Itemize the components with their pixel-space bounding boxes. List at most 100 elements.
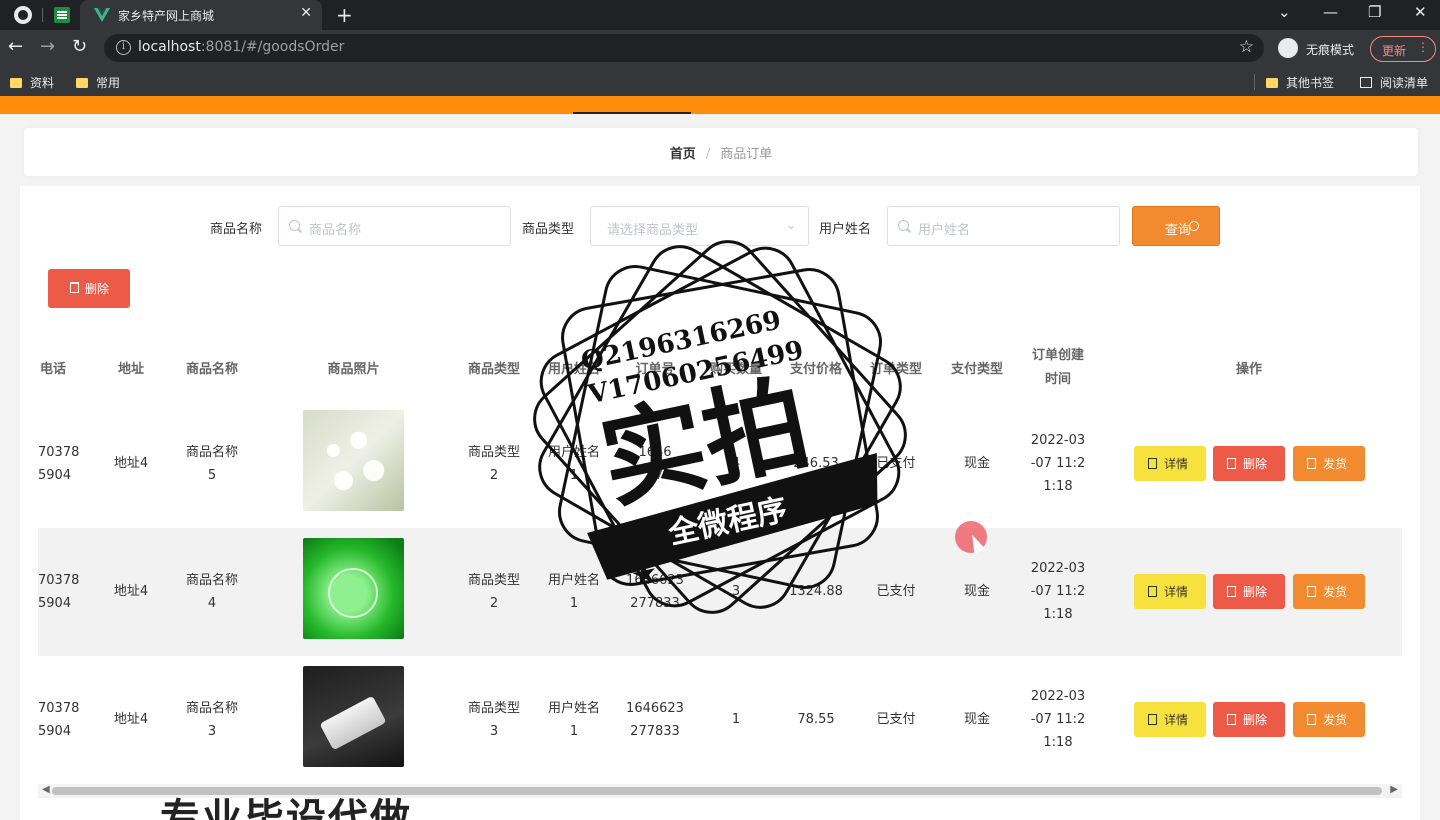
row-delete-button[interactable]: 删除: [1213, 574, 1285, 609]
detail-button[interactable]: 详情: [1134, 446, 1206, 481]
user-name-input[interactable]: 用户姓名: [887, 206, 1120, 246]
minimize-icon[interactable]: —: [1323, 3, 1338, 21]
detail-button-label: 详情: [1164, 457, 1189, 471]
document-icon: [1148, 714, 1157, 725]
site-info-icon[interactable]: i: [116, 40, 131, 55]
th-goods-type: 商品类型: [467, 362, 520, 377]
cell-goods-type-l1: 商品类型: [467, 445, 520, 460]
vue-logo-icon: [94, 8, 110, 22]
tab-divider: [42, 8, 43, 22]
trash-icon: [70, 282, 79, 293]
detail-button[interactable]: 详情: [1134, 574, 1206, 609]
url-path: :8081/#/goodsOrder: [200, 39, 345, 55]
cell-goods-name-l1: 商品名称: [185, 573, 238, 588]
goods-photo[interactable]: [303, 410, 404, 511]
url-input[interactable]: i localhost:8081/#/goodsOrder ☆: [104, 34, 1264, 62]
reload-icon[interactable]: ↻: [72, 36, 87, 57]
cell-goods-name-l2: 3: [207, 724, 217, 739]
forward-icon[interactable]: →: [40, 36, 55, 57]
goods-name-placeholder: 商品名称: [309, 223, 362, 238]
goods-name-input[interactable]: 商品名称: [278, 206, 511, 246]
url-host: localhost: [138, 39, 201, 55]
update-button[interactable]: 更新 ⋮: [1370, 36, 1436, 62]
browser-tab-active[interactable]: 家乡特产网上商城 ✕: [80, 0, 322, 30]
folder-icon: [1266, 78, 1278, 88]
search-icon: [898, 220, 909, 231]
detail-button[interactable]: 详情: [1134, 702, 1206, 737]
bookmark-label: 其他书签: [1286, 76, 1335, 90]
globe-icon[interactable]: [14, 6, 32, 24]
cell-address: 地址4: [113, 456, 149, 471]
th-goods-name: 商品名称: [185, 362, 238, 377]
overlay-caption: 专业毕设代做: [160, 796, 412, 820]
scroll-right-icon[interactable]: ▶: [1390, 784, 1398, 795]
batch-delete-button[interactable]: 删除: [48, 269, 130, 308]
reading-list[interactable]: 阅读清单: [1360, 74, 1428, 91]
bookmark-folder-changyong[interactable]: 常用: [76, 74, 120, 91]
cell-goods-type-l2: 3: [489, 724, 499, 739]
more-menu-icon[interactable]: ⋮: [1417, 40, 1429, 54]
tab-title: 家乡特产网上商城: [118, 9, 215, 23]
tab-close-icon[interactable]: ✕: [300, 5, 312, 21]
cell-order-type: 已支付: [876, 712, 916, 727]
cell-created-time-l2: -07 11:2: [1030, 712, 1086, 727]
spreadsheet-tab-icon[interactable]: [54, 7, 70, 23]
cell-order-no-l2: 277833: [630, 724, 680, 739]
ship-button-label: 发货: [1323, 457, 1348, 471]
cell-order-no-l1: 1646623: [626, 701, 684, 716]
th-created-time-l1: 订单创建: [1031, 348, 1084, 363]
ship-button[interactable]: 发货: [1293, 702, 1365, 737]
cell-created-time-l1: 2022-03: [1030, 689, 1086, 704]
bookmark-folder-ziliao[interactable]: 资料: [10, 74, 54, 91]
cell-goods-name-l1: 商品名称: [185, 445, 238, 460]
cell-created-time-l3: 1:18: [1043, 735, 1073, 750]
cell-goods-type-l2: 2: [489, 596, 499, 611]
folder-icon: [76, 78, 88, 88]
batch-delete-label: 删除: [85, 282, 110, 296]
cell-created-time-l2: -07 11:2: [1030, 584, 1086, 599]
user-name-placeholder: 用户姓名: [918, 223, 971, 238]
goods-photo[interactable]: [303, 666, 404, 767]
th-created-time-l2: 时间: [1044, 372, 1071, 387]
detail-button-label: 详情: [1164, 713, 1189, 727]
row-delete-button[interactable]: 删除: [1213, 702, 1285, 737]
bookmark-label: 常用: [96, 76, 121, 90]
goods-name-label: 商品名称: [210, 222, 263, 237]
row-delete-button-label: 删除: [1243, 713, 1268, 727]
cell-goods-name-l2: 5: [207, 468, 217, 483]
incognito-icon[interactable]: [1278, 38, 1298, 58]
folder-icon: [10, 78, 22, 88]
cell-goods-type-l1: 商品类型: [467, 701, 520, 716]
document-icon: [1148, 586, 1157, 597]
bookmark-folder-other[interactable]: 其他书签: [1266, 74, 1334, 91]
ship-button-label: 发货: [1323, 713, 1348, 727]
goods-photo[interactable]: [303, 538, 404, 639]
document-icon: [1148, 458, 1157, 469]
restore-icon[interactable]: ❐: [1368, 3, 1381, 21]
back-icon[interactable]: ←: [8, 36, 23, 57]
cell-goods-name-l2: 4: [207, 596, 217, 611]
window-close-icon[interactable]: ✕: [1414, 3, 1427, 21]
cell-goods-type-l2: 2: [489, 468, 499, 483]
url-text: localhost:8081/#/goodsOrder: [138, 39, 344, 55]
ship-button[interactable]: 发货: [1293, 446, 1365, 481]
th-actions: 操作: [1235, 362, 1262, 377]
cell-phone-l2: 5904: [38, 596, 72, 611]
cell-pay-type: 现金: [963, 584, 990, 599]
ship-button-label: 发货: [1323, 585, 1348, 599]
bookmark-star-icon[interactable]: ☆: [1239, 37, 1254, 57]
cell-pay-type: 现金: [963, 712, 990, 727]
chevron-down-icon: ⌄: [785, 218, 796, 232]
bookmark-label: 资料: [30, 76, 55, 90]
detail-button-label: 详情: [1164, 585, 1189, 599]
tab-search-chevron-icon[interactable]: ⌄: [1278, 3, 1291, 21]
query-button[interactable]: 查询: [1132, 206, 1220, 246]
scroll-left-icon[interactable]: ◀: [42, 784, 50, 795]
bookmarks-divider: [1254, 74, 1255, 90]
ship-button[interactable]: 发货: [1293, 574, 1365, 609]
row-delete-button[interactable]: 删除: [1213, 446, 1285, 481]
cell-price: 78.55: [797, 712, 835, 727]
cell-phone-l2: 5904: [38, 468, 72, 483]
new-tab-icon[interactable]: +: [336, 3, 353, 27]
cell-goods-name-l1: 商品名称: [185, 701, 238, 716]
